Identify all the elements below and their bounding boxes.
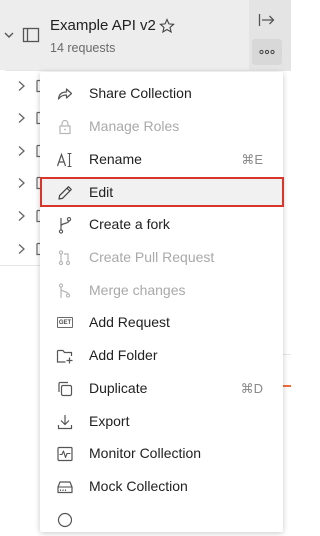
menu-item-label: Create Pull Request — [89, 249, 215, 265]
menu-item-label: Duplicate — [89, 380, 148, 396]
tree-row[interactable] — [0, 70, 46, 102]
menu-item-share-collection[interactable]: Share Collection — [40, 78, 283, 110]
menu-item-label: Edit — [89, 184, 114, 200]
menu-item-label: Merge changes — [89, 282, 186, 298]
menu-item-merge-changes: Merge changes — [40, 275, 283, 307]
tree-row[interactable] — [0, 135, 46, 167]
keyboard-shortcut: ⌘D — [240, 381, 263, 396]
chevron-right-icon[interactable] — [17, 243, 26, 255]
menu-item-rename[interactable]: Rename ⌘E — [40, 144, 283, 176]
pencil-icon — [58, 186, 72, 200]
chevron-down-icon[interactable] — [3, 29, 15, 41]
chevron-right-icon[interactable] — [17, 112, 26, 124]
request-count: 14 requests — [50, 41, 116, 55]
menu-item-label: Export — [89, 413, 130, 429]
collection-context-menu: Share Collection Manage Roles Rename ⌘E … — [40, 72, 284, 532]
fork-icon — [58, 217, 72, 234]
menu-item-mock-collection[interactable]: Mock Collection — [40, 471, 283, 503]
chevron-right-icon[interactable] — [17, 177, 26, 189]
menu-item-monitor-collection[interactable]: Monitor Collection — [40, 438, 283, 470]
menu-item-export[interactable]: Export — [40, 406, 283, 438]
menu-item-duplicate[interactable]: Duplicate ⌘D — [40, 373, 283, 405]
collection-row[interactable]: Example API v2 14 requests — [0, 0, 291, 70]
duplicate-icon — [58, 381, 73, 397]
menu-item-partial[interactable] — [40, 504, 283, 536]
rename-text-icon — [56, 152, 72, 168]
divider — [5, 70, 291, 71]
more-horizontal-icon — [259, 49, 275, 55]
pull-request-icon — [58, 250, 71, 266]
menu-item-add-request[interactable]: GET Add Request — [40, 307, 283, 339]
divider — [283, 354, 291, 355]
monitor-icon — [57, 446, 73, 462]
tree-row[interactable] — [0, 102, 46, 134]
collection-icon — [22, 27, 40, 43]
chevron-right-icon[interactable] — [17, 80, 26, 92]
menu-item-manage-roles: Manage Roles — [40, 111, 283, 143]
mock-server-icon — [57, 481, 73, 494]
menu-item-label: Manage Roles — [89, 118, 180, 134]
menu-item-label: Monitor Collection — [89, 445, 202, 461]
menu-item-label: Rename — [89, 151, 142, 167]
share-icon — [57, 88, 73, 100]
tree-row[interactable] — [0, 200, 46, 232]
lock-icon — [59, 119, 71, 135]
more-actions-button[interactable] — [252, 39, 282, 65]
menu-item-create-pull-request: Create Pull Request — [40, 242, 283, 274]
chevron-right-icon[interactable] — [17, 210, 26, 222]
collection-name: Example API v2 — [50, 17, 156, 34]
tree-row[interactable] — [0, 233, 46, 265]
export-icon — [57, 415, 73, 430]
chevron-right-icon[interactable] — [17, 145, 26, 157]
menu-item-label: Add Folder — [89, 347, 158, 363]
menu-item-label: Add Request — [89, 314, 170, 330]
more-options-icon — [57, 512, 73, 528]
collapse-sidebar-icon[interactable] — [258, 12, 276, 28]
menu-item-add-folder[interactable]: Add Folder — [40, 340, 283, 372]
star-icon[interactable] — [159, 18, 175, 34]
accent-indicator — [283, 385, 291, 387]
add-folder-icon — [56, 349, 73, 364]
keyboard-shortcut: ⌘E — [241, 152, 263, 167]
menu-item-edit[interactable]: Edit — [40, 177, 284, 207]
menu-item-label: Mock Collection — [89, 478, 188, 494]
menu-item-label: Create a fork — [89, 216, 170, 232]
menu-item-create-fork[interactable]: Create a fork — [40, 209, 283, 241]
divider — [0, 265, 40, 266]
menu-item-label: Share Collection — [89, 85, 192, 101]
get-request-icon: GET — [57, 317, 73, 328]
merge-icon — [58, 283, 71, 298]
tree-row[interactable] — [0, 167, 46, 199]
